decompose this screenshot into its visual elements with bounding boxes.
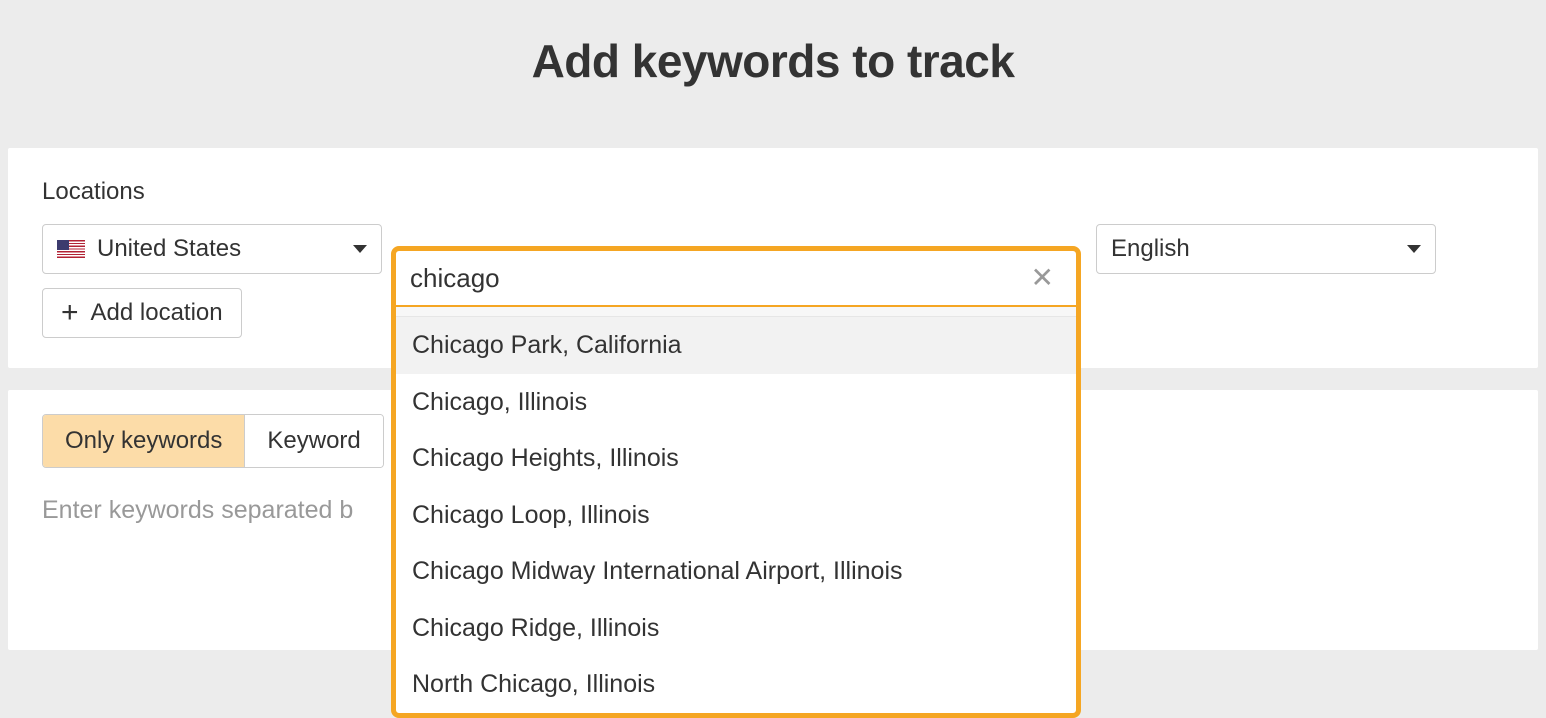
country-select[interactable]: United States: [42, 224, 382, 274]
chevron-down-icon: [1407, 245, 1421, 253]
add-location-label: Add location: [91, 299, 223, 327]
location-autocomplete-panel: ✕ Chicago Park, California Chicago, Illi…: [391, 246, 1081, 718]
plus-icon: +: [61, 298, 79, 328]
autocomplete-list: Chicago Park, California Chicago, Illino…: [396, 317, 1076, 713]
location-autocomplete: ✕ Chicago Park, California Chicago, Illi…: [391, 246, 1081, 718]
page-title: Add keywords to track: [0, 34, 1546, 88]
location-search-input[interactable]: [410, 263, 1023, 294]
country-select-value: United States: [97, 235, 241, 263]
autocomplete-item[interactable]: Chicago Ridge, Illinois: [396, 600, 1076, 657]
page-header: Add keywords to track: [0, 0, 1546, 148]
autocomplete-item[interactable]: Chicago Park, California: [396, 317, 1076, 374]
autocomplete-item[interactable]: North Chicago, Illinois: [396, 656, 1076, 713]
us-flag-icon: [57, 240, 85, 258]
language-select-value: English: [1111, 235, 1190, 263]
autocomplete-separator: [396, 307, 1076, 317]
autocomplete-item[interactable]: Chicago Heights, Illinois: [396, 430, 1076, 487]
autocomplete-item[interactable]: Chicago, Illinois: [396, 374, 1076, 431]
chevron-down-icon: [353, 245, 367, 253]
locations-label: Locations: [42, 178, 1504, 206]
clear-icon[interactable]: ✕: [1023, 260, 1062, 296]
autocomplete-item[interactable]: Chicago Loop, Illinois: [396, 487, 1076, 544]
language-select[interactable]: English: [1096, 224, 1436, 274]
tab-only-keywords[interactable]: Only keywords: [43, 415, 244, 467]
add-location-button[interactable]: + Add location: [42, 288, 242, 338]
tab-keywords[interactable]: Keyword: [244, 415, 382, 467]
autocomplete-item[interactable]: Chicago Midway International Airport, Il…: [396, 543, 1076, 600]
keyword-tabs: Only keywords Keyword: [42, 414, 384, 468]
location-search-row: ✕: [396, 251, 1076, 307]
